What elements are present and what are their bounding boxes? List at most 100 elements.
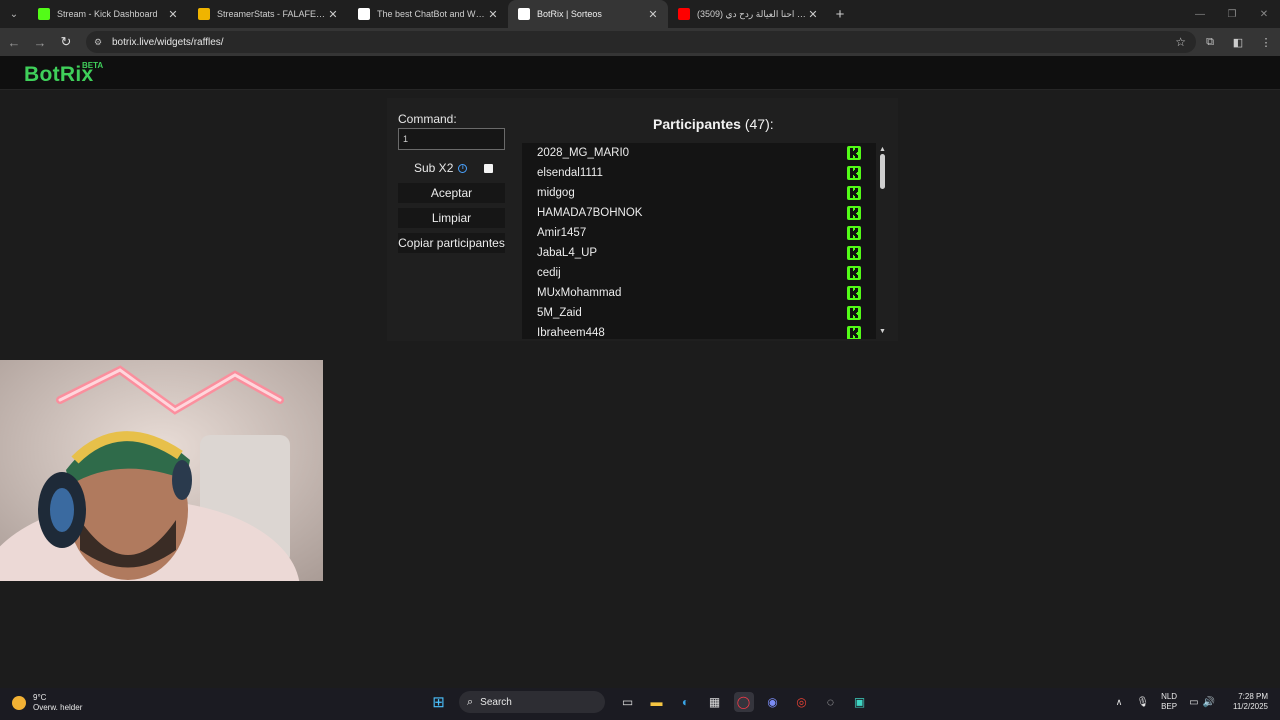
tray-chevron-icon[interactable]: ∧ [1116, 697, 1123, 708]
tab-close-icon[interactable]: ✕ [486, 8, 500, 21]
close-window-icon[interactable]: ✕ [1248, 0, 1280, 28]
browser-tab[interactable]: BotRix | Sorteos ✕ [508, 0, 668, 28]
app-header: BotRix BETA [0, 56, 1280, 90]
kick-platform-icon [847, 226, 861, 240]
obs-icon[interactable]: ◌ [821, 692, 841, 712]
edge-icon[interactable]: ◐ [676, 692, 696, 712]
reload-icon[interactable]: ↻ [54, 30, 78, 54]
keyboard-code: BEP [1161, 702, 1178, 711]
windows-taskbar: 9°C Overw. helder ⊞ ⌕ Search ▭ ▬ ◐ ▦ ◯ ◉… [0, 688, 1280, 720]
tab-title: BotRix | Sorteos [537, 9, 602, 19]
participant-row: JabaL4_UP [522, 243, 862, 263]
kick-platform-icon [847, 146, 861, 160]
tab-close-icon[interactable]: ✕ [806, 8, 820, 21]
webcam-image [0, 360, 323, 581]
discord-icon[interactable]: ◉ [763, 692, 783, 712]
clear-button[interactable]: Limpiar [398, 208, 505, 228]
webcam-overlay [0, 360, 323, 581]
scrollbar-thumb[interactable] [880, 154, 885, 189]
participant-row: 2028_MG_MARI0 [522, 143, 862, 163]
participant-name: 2028_MG_MARI0 [537, 147, 630, 159]
network-icon[interactable]: ▭ [1189, 697, 1198, 708]
language-indicator[interactable]: NLD BEP [1161, 692, 1177, 712]
chrome-icon[interactable]: ◎ [792, 692, 812, 712]
browser-toolbar: ← → ↻ ⚙ botrix.live/widgets/raffles/ ☆ ⧉… [0, 28, 1280, 56]
windows-start-icon[interactable]: ⊞ [429, 692, 449, 712]
sub-x2-checkbox[interactable] [484, 163, 493, 173]
participant-row: midgog [522, 183, 862, 203]
participant-name: midgog [537, 187, 575, 199]
profile-icon[interactable]: ◧ [1224, 36, 1252, 49]
info-icon[interactable]: i [458, 163, 468, 173]
command-label: Command: [398, 112, 457, 126]
participant-name: MUxMohammad [537, 287, 622, 299]
participants-count: (47): [744, 116, 774, 132]
menu-kebab-icon[interactable]: ⋮ [1252, 36, 1280, 49]
tab-close-icon[interactable]: ✕ [646, 8, 660, 21]
kick-platform-icon [847, 166, 861, 180]
kick-platform-icon [847, 246, 861, 260]
tab-close-icon[interactable]: ✕ [166, 8, 180, 21]
participants-heading: Participantes (47): [653, 116, 774, 132]
participant-name: elsendal1111 [537, 167, 603, 179]
sub-multiplier-row: Sub X2 i [398, 160, 505, 176]
accept-button[interactable]: Aceptar [398, 183, 505, 203]
weather-widget[interactable]: 9°C Overw. helder [12, 693, 82, 713]
command-input[interactable] [398, 128, 505, 150]
participants-title: Participantes [653, 116, 741, 132]
weather-description: Overw. helder [33, 703, 83, 712]
search-icon: ⌕ [467, 695, 474, 708]
forward-icon[interactable]: → [28, 30, 52, 54]
clock-time: 7:28 PM [1238, 692, 1268, 701]
taskbar-search[interactable]: ⌕ Search [459, 691, 605, 713]
address-bar[interactable]: ⚙ botrix.live/widgets/raffles/ ☆ [86, 31, 1196, 53]
participant-row: elsendal1111 [522, 163, 862, 183]
botrix-icon [518, 8, 530, 20]
scroll-down-arrow-icon[interactable]: ▼ [879, 328, 886, 335]
participant-name: cedij [537, 267, 561, 279]
participant-name: JabaL4_UP [537, 247, 598, 259]
microphone-icon[interactable]: 🎙 [1136, 697, 1149, 708]
minimize-icon[interactable]: — [1184, 0, 1216, 28]
task-view-icon[interactable]: ▭ [618, 692, 638, 712]
bookmark-star-icon[interactable]: ☆ [1175, 35, 1186, 49]
new-tab-button[interactable]: + [828, 6, 852, 23]
restore-icon[interactable]: ❐ [1216, 0, 1248, 28]
kick-platform-icon [847, 326, 861, 339]
file-explorer-icon[interactable]: ▬ [647, 692, 667, 712]
app-icon[interactable]: ▣ [850, 692, 870, 712]
browser-tab[interactable]: (3509) ريمكس احنا العيالة ردح دي✕ [668, 0, 828, 28]
browser-tab[interactable]: Stream - Kick Dashboard ✕ [28, 0, 188, 28]
language-code: NLD [1161, 692, 1178, 701]
participants-list[interactable]: 2028_MG_MARI0 elsendal1111 midgog HAMADA7BO… [522, 143, 876, 339]
window-controls: — ❐ ✕ [1184, 0, 1280, 28]
scroll-up-arrow-icon[interactable]: ▲ [879, 146, 886, 153]
tab-search-chevron-icon[interactable]: ⌄ [0, 0, 28, 28]
browser-tab[interactable]: The best ChatBot and Widgets✕ [348, 0, 508, 28]
back-icon[interactable]: ← [2, 30, 26, 54]
stats-icon [198, 8, 210, 20]
participant-name: Amir1457 [537, 227, 587, 239]
tab-title: Stream - Kick Dashboard [57, 9, 158, 19]
extensions-icon[interactable]: ⧉ [1196, 36, 1224, 49]
temperature: 9°C [33, 693, 47, 702]
beta-badge: BETA [82, 61, 104, 70]
site-settings-icon[interactable]: ⚙ [94, 37, 104, 47]
volume-icon[interactable]: 🔊 [1203, 697, 1215, 708]
clock[interactable]: 7:28 PM 11/2/2025 [1233, 692, 1268, 712]
opera-icon[interactable]: ◯ [733, 692, 754, 712]
sub-x2-label: Sub X2 [414, 161, 454, 175]
participant-row: HAMADA7BOHNOK [522, 203, 862, 223]
tab-title: StreamerStats - FALAFELCO Pro [217, 9, 326, 19]
youtube-icon [678, 8, 690, 20]
participant-row: MUxMohammad [522, 283, 862, 303]
clock-date: 11/2/2025 [1233, 702, 1268, 711]
tab-close-icon[interactable]: ✕ [326, 8, 340, 21]
browser-tab[interactable]: StreamerStats - FALAFELCO Pro✕ [188, 0, 348, 28]
tab-title: (3509) ريمكس احنا العيالة ردح دي [697, 8, 806, 19]
tab-strip: Stream - Kick Dashboard ✕ StreamerStats - … [28, 0, 828, 28]
kick-platform-icon [847, 306, 861, 320]
store-icon[interactable]: ▦ [705, 692, 725, 712]
copy-participants-button[interactable]: Copiar participantes [398, 233, 505, 253]
search-label: Search [480, 696, 512, 708]
